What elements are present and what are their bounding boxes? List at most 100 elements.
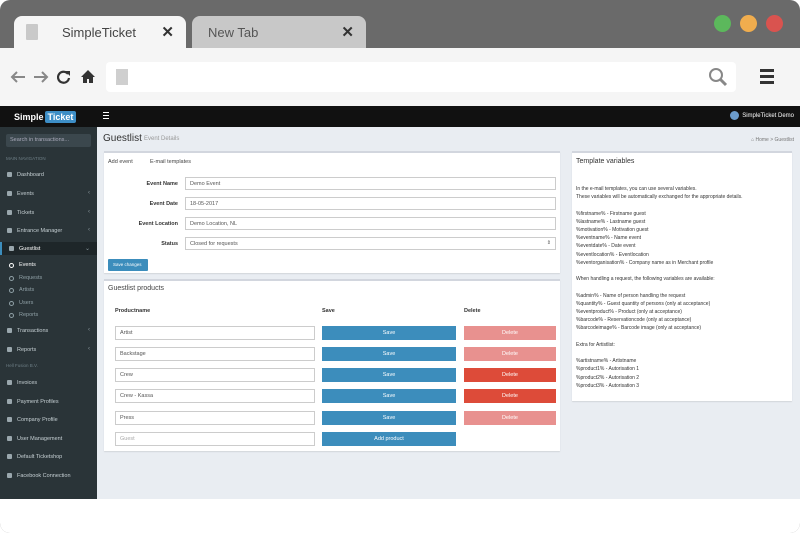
- event-name-input[interactable]: Demo Event: [185, 177, 556, 190]
- sidebar-subitem-label: Events: [19, 262, 36, 268]
- browser-menu-icon[interactable]: [760, 69, 774, 87]
- delete-product-button[interactable]: Delete: [464, 411, 556, 425]
- sidebar-item-label: Entrance Manager: [17, 228, 63, 234]
- chevron-left-icon: ‹: [88, 346, 90, 352]
- sidebar-subitem-requests[interactable]: Requests: [0, 272, 97, 284]
- euro-icon: [7, 380, 12, 385]
- col-delete: Delete: [464, 308, 481, 314]
- circle-icon: [9, 301, 14, 306]
- save-changes-button[interactable]: Save changes: [108, 259, 148, 271]
- forward-arrow-icon[interactable]: [33, 71, 49, 83]
- logo[interactable]: Simple Ticket: [0, 106, 97, 127]
- save-product-button[interactable]: Save: [322, 368, 456, 382]
- sidebar-toggle-icon[interactable]: [103, 112, 109, 121]
- sidebar-item-label: Payment Profiles: [17, 399, 59, 405]
- shop-icon: [7, 454, 12, 459]
- logo-badge: Ticket: [44, 111, 77, 123]
- sidebar-item-default-ticketshop[interactable]: Default Ticketshop: [0, 450, 97, 463]
- sidebar-header: MAIN NAVIGATION: [6, 156, 46, 161]
- save-product-button[interactable]: Save: [322, 411, 456, 425]
- close-tab-icon[interactable]: ✕: [341, 23, 354, 41]
- product-name-input[interactable]: Crew - Kassa: [115, 389, 315, 403]
- sidebar-subitem-events[interactable]: Events: [0, 259, 97, 271]
- save-product-button[interactable]: Save: [322, 347, 456, 361]
- user-name: SimpleTicket Demo: [742, 113, 794, 120]
- minimize-button[interactable]: [740, 15, 757, 32]
- sidebar-item-transactions[interactable]: Transactions ‹: [0, 324, 97, 337]
- variables-title: Template variables: [576, 158, 635, 165]
- breadcrumb-home[interactable]: Home: [756, 137, 769, 143]
- chevron-down-icon: ⌄: [84, 246, 90, 252]
- avatar: [730, 111, 740, 120]
- pencil-icon: [7, 228, 12, 233]
- sidebar-item-facebook-connection[interactable]: Facebook Connection: [0, 469, 97, 482]
- sidebar-item-label: Dashboard: [17, 172, 44, 178]
- form-tabs: Add event E-mail templates: [104, 157, 560, 171]
- sidebar-item-events[interactable]: Events ‹: [0, 187, 97, 200]
- add-product-button[interactable]: Add product: [322, 432, 456, 446]
- status-select[interactable]: Closed for requests ⇕: [185, 237, 556, 250]
- search-icon[interactable]: [708, 67, 728, 87]
- sidebar-subitem-reports[interactable]: Reports: [0, 309, 97, 321]
- col-productname: Productname: [115, 308, 151, 314]
- home-icon[interactable]: [80, 69, 96, 84]
- app-viewport: Simple Ticket SimpleTicket Demo Search in…: [0, 106, 800, 499]
- sidebar-item-entrance-manager[interactable]: Entrance Manager ‹: [0, 224, 97, 237]
- save-product-button[interactable]: Save: [322, 326, 456, 340]
- delete-product-button[interactable]: Delete: [464, 347, 556, 361]
- dashboard-icon: [7, 172, 12, 177]
- sidebar-item-reports[interactable]: Reports ‹: [0, 343, 97, 356]
- sidebar-item-label: Reports: [17, 347, 37, 353]
- sidebar-search-input[interactable]: Search in transactions...: [6, 134, 91, 147]
- product-name-input[interactable]: Backstage: [115, 347, 315, 361]
- browser-toolbar: [0, 48, 800, 106]
- form-row-status: Status Closed for requests ⇕: [104, 237, 560, 251]
- event-date-input[interactable]: 18-05-2017: [185, 197, 556, 210]
- sidebar-item-label: Transactions: [17, 328, 49, 334]
- back-arrow-icon[interactable]: [10, 71, 26, 83]
- select-arrows-icon: ⇕: [546, 240, 551, 246]
- address-bar[interactable]: [106, 62, 736, 92]
- delete-product-button[interactable]: Delete: [464, 389, 556, 403]
- delete-product-button[interactable]: Delete: [464, 368, 556, 382]
- status-label: Status: [161, 241, 178, 247]
- sidebar-subitem-artists[interactable]: Artists: [0, 284, 97, 296]
- sidebar-item-label: Facebook Connection: [17, 473, 71, 479]
- sidebar-item-tickets[interactable]: Tickets ‹: [0, 206, 97, 219]
- delete-product-button[interactable]: Delete: [464, 326, 556, 340]
- breadcrumb: ⌂ Home > Guestlist: [751, 137, 794, 143]
- sidebar-subitem-label: Reports: [19, 312, 39, 318]
- reload-icon[interactable]: [57, 70, 71, 84]
- product-name-input[interactable]: Press: [115, 411, 315, 425]
- close-window-button[interactable]: [766, 15, 783, 32]
- tab-add-event[interactable]: Add event: [108, 159, 133, 165]
- sidebar-item-payment-profiles[interactable]: Payment Profiles: [0, 395, 97, 408]
- sidebar-item-label: Events: [17, 191, 34, 197]
- sidebar-item-label: Guestlist: [19, 246, 41, 252]
- sidebar-item-dashboard[interactable]: Dashboard: [0, 168, 97, 181]
- list-icon: [7, 328, 12, 333]
- form-row-event-date: Event Date 18-05-2017: [104, 197, 560, 211]
- sidebar-item-guestlist[interactable]: Guestlist ⌄: [0, 242, 97, 255]
- event-location-label: Event Location: [138, 221, 178, 227]
- close-tab-icon[interactable]: ✕: [161, 23, 174, 41]
- sidebar-subitem-users[interactable]: Users: [0, 297, 97, 309]
- maximize-button[interactable]: [714, 15, 731, 32]
- calendar-icon: [7, 191, 12, 196]
- sidebar-item-invoices[interactable]: Invoices: [0, 376, 97, 389]
- sidebar-subitem-label: Artists: [19, 287, 35, 293]
- new-product-input[interactable]: Guest: [115, 432, 315, 446]
- tab-simpleticket[interactable]: SimpleTicket ✕: [14, 16, 186, 48]
- product-name-input[interactable]: Artist: [115, 326, 315, 340]
- browser-window: SimpleTicket ✕ New Tab ✕ Simple Ticket Si…: [0, 0, 800, 533]
- tab-new-tab[interactable]: New Tab ✕: [192, 16, 366, 48]
- chevron-left-icon: ‹: [88, 190, 90, 196]
- user-menu[interactable]: SimpleTicket Demo: [730, 111, 794, 120]
- product-name-input[interactable]: Crew: [115, 368, 315, 382]
- sidebar-item-user-management[interactable]: User Management: [0, 432, 97, 445]
- event-location-input[interactable]: Demo Location, NL: [185, 217, 556, 230]
- page-title: Guestlist: [103, 133, 142, 144]
- save-product-button[interactable]: Save: [322, 389, 456, 403]
- sidebar-item-company-profile[interactable]: Company Profile: [0, 413, 97, 426]
- tab-email-templates[interactable]: E-mail templates: [150, 159, 191, 165]
